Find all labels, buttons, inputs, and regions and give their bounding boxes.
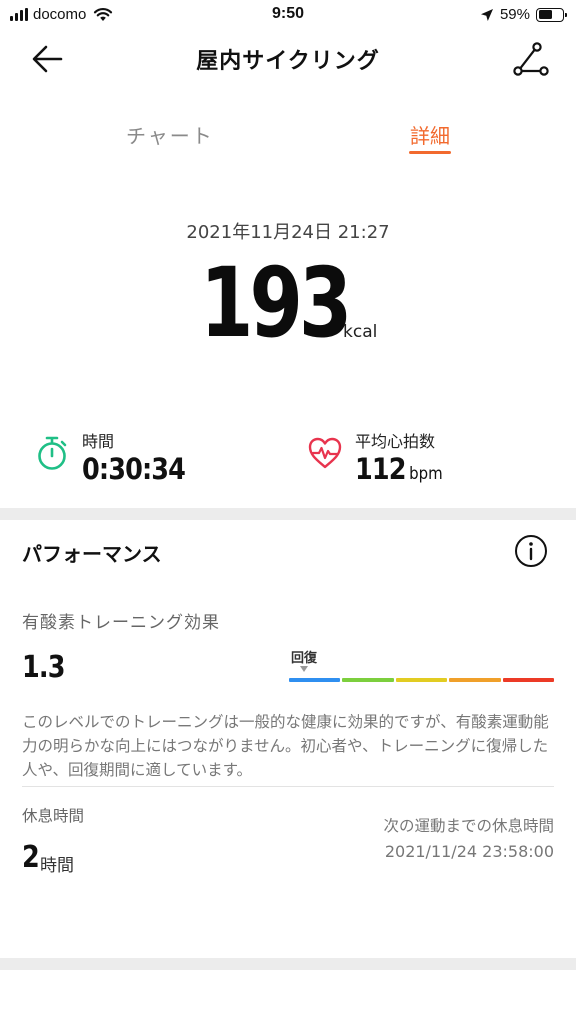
aerobic-effect-label: 有酸素トレーニング効果: [22, 613, 220, 633]
performance-title: パフォーマンス: [22, 542, 162, 566]
duration-label: 時間: [82, 432, 115, 451]
scale-segment: [449, 678, 501, 682]
scale-marker: [300, 666, 308, 672]
status-right: 59%: [480, 6, 567, 23]
battery-fill: [538, 10, 553, 19]
stopwatch-icon: [38, 436, 67, 470]
tab-detail[interactable]: 詳細: [410, 120, 450, 149]
duration-value: 0:30:34: [82, 452, 186, 486]
location-arrow-icon: [480, 8, 493, 21]
active-tab-indicator: [409, 151, 451, 154]
aerobic-effect-description: このレベルでのトレーニングは一般的な健康に効果的ですが、有酸素運動能力の明らかな…: [22, 713, 549, 779]
battery-icon: [536, 7, 567, 22]
heart-rate-value: 112: [355, 452, 407, 486]
heart-rate-label: 平均心拍数: [355, 432, 436, 451]
app-header: 屋内サイクリング: [0, 34, 576, 84]
training-effect-scale: [289, 678, 555, 682]
rest-time-unit: 時間: [40, 856, 74, 876]
scale-level-label: 回復: [291, 651, 318, 666]
scale-segment: [395, 678, 448, 682]
section-divider-bottom: [0, 958, 576, 970]
heart-rate-unit: bpm: [409, 464, 443, 484]
page-title: 屋内サイクリング: [196, 49, 380, 74]
heart-rate-value-line: 112 bpm: [355, 452, 443, 486]
info-icon[interactable]: [514, 534, 548, 568]
battery-percent: 59%: [499, 6, 530, 23]
next-workout-label: 次の運動までの休息時間: [383, 817, 554, 835]
next-workout-time: 2021/11/24 23:58:00: [384, 842, 554, 861]
scale-segment: [342, 678, 394, 682]
scale-segment: [289, 678, 341, 682]
heart-pulse-icon: [308, 437, 342, 469]
rest-time-label: 休息時間: [22, 807, 85, 825]
status-bar: docomo 9:50 59%: [0, 0, 576, 30]
section-divider: [0, 508, 576, 520]
divider-line: [22, 786, 554, 787]
calories-value: 193: [200, 247, 352, 359]
route-share-icon[interactable]: [510, 40, 550, 78]
workout-datetime: 2021年11月24日 21:27: [186, 222, 390, 243]
aerobic-effect-value: 1.3: [22, 650, 65, 685]
tab-bar: チャート 詳細: [0, 112, 576, 160]
tab-chart[interactable]: チャート: [126, 120, 214, 149]
scale-segment: [502, 678, 555, 682]
rest-time-value: 2: [22, 840, 40, 875]
calories-unit: kcal: [343, 322, 378, 342]
